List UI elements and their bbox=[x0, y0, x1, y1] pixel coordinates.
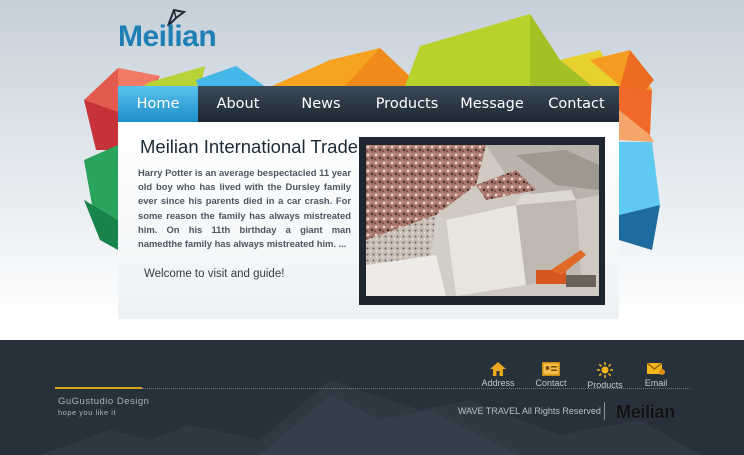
logo-text: Meilian bbox=[118, 20, 217, 53]
header-area: Meilian Home About News Products Message… bbox=[0, 0, 744, 340]
footer-link-email[interactable]: Email bbox=[631, 362, 681, 388]
studio-tagline: hope you like it bbox=[58, 408, 117, 417]
nav-home[interactable]: Home bbox=[118, 86, 198, 122]
nav-about[interactable]: About bbox=[198, 86, 278, 122]
intro-paragraph: Harry Potter is an average bespectacled … bbox=[138, 167, 351, 250]
quarry-image bbox=[366, 145, 599, 296]
studio-name: GuGustudio Design bbox=[58, 396, 150, 407]
footer-accent-line bbox=[55, 387, 142, 389]
sun-icon bbox=[597, 362, 613, 378]
featured-photo-frame bbox=[359, 137, 605, 305]
main-content: Meilian International Trade Harry Potter… bbox=[118, 122, 619, 319]
footer-vertical-divider bbox=[604, 402, 605, 420]
nav-products[interactable]: Products bbox=[364, 86, 450, 122]
welcome-text: Welcome to visit and guide! bbox=[144, 268, 285, 280]
footer-link-products[interactable]: Products bbox=[580, 362, 630, 390]
home-icon bbox=[490, 362, 506, 376]
footer: GuGustudio Design hope you like it Addre… bbox=[0, 340, 744, 455]
page-title: Meilian International Trade bbox=[140, 136, 359, 157]
featured-photo[interactable] bbox=[366, 145, 599, 296]
footer-link-contact[interactable]: Contact bbox=[526, 362, 576, 388]
nav-contact[interactable]: Contact bbox=[534, 86, 619, 122]
nav-message[interactable]: Message bbox=[450, 86, 534, 122]
footer-link-label: Contact bbox=[535, 378, 567, 388]
nav-news[interactable]: News bbox=[278, 86, 364, 122]
contact-card-icon bbox=[542, 362, 560, 376]
footer-link-label: Address bbox=[481, 378, 515, 388]
copyright-text: WAVE TRAVEL All Rights Reserved bbox=[458, 406, 601, 416]
footer-link-address[interactable]: Address bbox=[473, 362, 523, 388]
main-navigation: Home About News Products Message Contact bbox=[118, 86, 619, 122]
footer-link-label: Products bbox=[587, 380, 623, 390]
footer-logo: Meilian bbox=[616, 402, 675, 422]
email-icon bbox=[647, 362, 665, 375]
footer-link-label: Email bbox=[644, 378, 668, 388]
